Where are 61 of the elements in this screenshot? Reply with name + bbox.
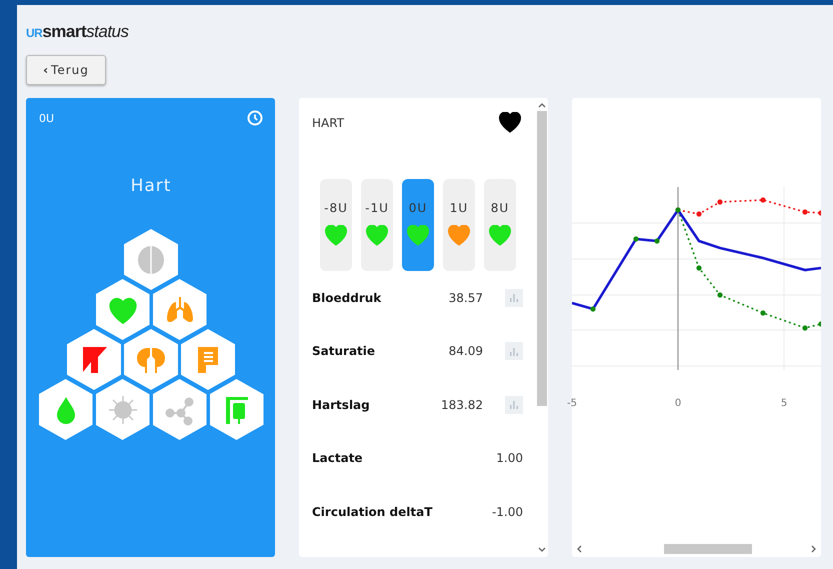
bar-chart-icon	[509, 293, 519, 302]
scroll-up-icon[interactable]	[538, 102, 546, 108]
time-tab[interactable]: 8U	[484, 179, 516, 271]
time-tab[interactable]: -8U	[320, 179, 352, 271]
data-point	[654, 238, 660, 244]
parameter-value: -1.00	[492, 504, 523, 519]
organ-tile[interactable]	[124, 229, 178, 290]
data-point	[760, 197, 766, 203]
organ-tile[interactable]	[181, 329, 235, 390]
data-point	[818, 210, 821, 216]
data-point	[802, 325, 808, 331]
axis-tick-label: 0	[674, 398, 682, 409]
data-point	[590, 306, 596, 312]
parameter-value: 183.82	[441, 398, 483, 412]
parameter-label: Saturatie	[312, 344, 376, 358]
data-point	[717, 292, 723, 298]
time-label: 0U	[408, 201, 428, 215]
parameter-value: 84.09	[448, 344, 483, 358]
data-point	[818, 321, 821, 327]
time-tab[interactable]: -1U	[361, 179, 393, 271]
parameter-label: Circulation deltaT	[312, 504, 434, 519]
organ-tile[interactable]	[96, 279, 150, 340]
axis-tick-label: -5	[567, 398, 577, 409]
time-label: 0U	[39, 112, 54, 124]
organ-heading: HART	[312, 116, 344, 130]
data-point	[633, 236, 639, 242]
data-point	[696, 265, 702, 271]
parameter-label: Lactate	[312, 451, 364, 466]
time-label: -8U	[324, 201, 348, 215]
organ-tile[interactable]	[96, 379, 150, 440]
chart-button[interactable]	[505, 342, 523, 360]
parameter-value: 1.00	[496, 451, 523, 466]
chart-button[interactable]	[505, 396, 523, 414]
heart-icon	[497, 112, 523, 134]
chart-button[interactable]	[505, 288, 523, 307]
organ-tile[interactable]	[67, 329, 121, 390]
app-logo: URsmartstatus	[26, 21, 129, 43]
organ-tile[interactable]	[124, 329, 178, 390]
clock-icon[interactable]	[247, 110, 263, 126]
scroll-down-icon[interactable]	[538, 547, 546, 553]
data-point	[802, 209, 808, 215]
time-label: 8U	[490, 201, 510, 215]
scroll-right-icon[interactable]	[811, 545, 817, 553]
time-label: 1U	[450, 201, 468, 215]
data-point	[760, 310, 766, 316]
time-label: -1U	[365, 201, 389, 215]
data-point	[717, 199, 723, 205]
bar-chart-icon	[509, 400, 519, 410]
organ-title: Hart	[130, 176, 172, 196]
time-tab[interactable]: 0U	[402, 179, 434, 271]
parameter-value: 38.57	[448, 290, 483, 305]
organ-tile[interactable]	[152, 379, 206, 440]
axis-tick-label: 5	[780, 398, 788, 409]
bar-chart-icon	[509, 346, 519, 356]
parameter-label: Bloeddruk	[312, 290, 382, 305]
data-point	[696, 211, 702, 217]
parameter-label: Hartslag	[312, 398, 371, 412]
scroll-left-icon[interactable]	[576, 545, 582, 553]
organ-tile[interactable]	[152, 279, 206, 340]
back-button[interactable]: ‹ Terug	[26, 55, 106, 85]
time-tab[interactable]: 1U	[443, 179, 475, 271]
